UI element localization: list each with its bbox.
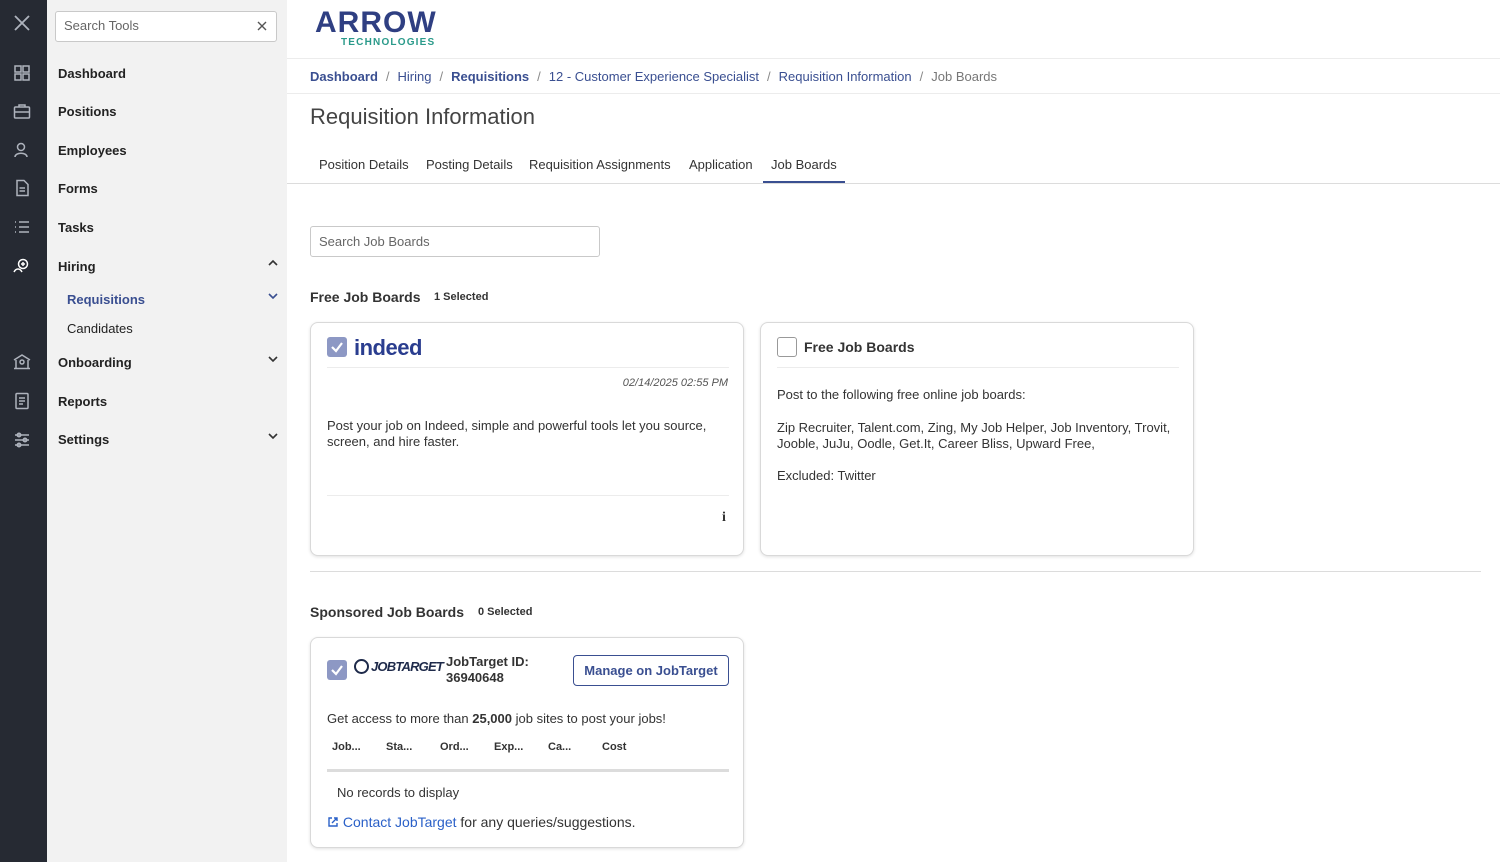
sidebar-item-settings[interactable]: Settings	[58, 432, 109, 447]
page-title: Requisition Information	[310, 104, 536, 129]
divider	[327, 495, 729, 496]
contact-rest-text: for any queries/suggestions.	[456, 814, 636, 830]
free-boards-list: Zip Recruiter, Talent.com, Zing, My Job …	[777, 420, 1171, 451]
sidebar-item-hiring[interactable]: Hiring	[58, 259, 96, 274]
jobtarget-checkbox[interactable]	[327, 660, 347, 680]
jobtarget-access-text: Get access to more than 25,000 job sites…	[327, 711, 666, 726]
clear-search-icon[interactable]	[254, 18, 270, 34]
breadcrumb-hiring[interactable]: Hiring	[398, 69, 432, 84]
arrow-technologies-logo[interactable]: ARROW TECHNOLOGIES	[315, 6, 440, 50]
employees-icon[interactable]	[12, 140, 32, 160]
divider	[287, 58, 1500, 59]
logo-name: ARROW	[315, 6, 437, 39]
free-boards-excluded: Excluded: Twitter	[777, 468, 876, 483]
sidebar-item-onboarding[interactable]: Onboarding	[58, 355, 132, 370]
chevron-down-icon[interactable]	[266, 429, 280, 443]
chevron-down-icon[interactable]	[266, 289, 280, 303]
sponsored-job-boards-title: Sponsored Job Boards	[310, 604, 465, 620]
divider	[327, 367, 729, 368]
indeed-card: indeed 02/14/2025 02:55 PM Post your job…	[310, 322, 744, 556]
no-records-text: No records to display	[337, 785, 460, 800]
info-icon[interactable]: i	[722, 510, 726, 526]
breadcrumb-requisition-information[interactable]: Requisition Information	[779, 69, 912, 84]
sidebar-item-candidates[interactable]: Candidates	[67, 321, 133, 336]
free-job-boards-title: Free Job Boards	[310, 289, 421, 305]
dashboard-icon[interactable]	[12, 63, 32, 83]
free-boards-intro: Post to the following free online job bo…	[777, 387, 1026, 402]
tab-position-details[interactable]: Position Details	[311, 150, 417, 184]
column-category[interactable]: Ca...	[548, 741, 571, 753]
hiring-icon[interactable]	[12, 256, 32, 276]
logo-sub: TECHNOLOGIES	[341, 37, 436, 48]
free-job-boards-checkbox[interactable]	[777, 337, 797, 357]
sidebar-item-positions[interactable]: Positions	[58, 104, 117, 119]
free-job-boards-card: Free Job Boards Post to the following fr…	[760, 322, 1194, 556]
jobtarget-card: JOBTARGET JobTarget ID: 36940648 Manage …	[310, 637, 744, 848]
search-tools-field[interactable]	[55, 11, 277, 42]
section-divider	[310, 571, 1481, 572]
reports-icon[interactable]	[12, 391, 32, 411]
tab-posting-details[interactable]: Posting Details	[418, 150, 521, 184]
divider	[287, 93, 1500, 94]
jobtarget-logo-text: JOBTARGET	[371, 659, 444, 674]
free-selected-count: 1 Selected	[434, 291, 489, 303]
indeed-description: Post your job on Indeed, simple and powe…	[327, 418, 707, 449]
close-icon[interactable]	[12, 13, 32, 33]
manage-on-jobtarget-button[interactable]: Manage on JobTarget	[573, 655, 729, 686]
column-expires[interactable]: Exp...	[494, 741, 523, 753]
icon-rail	[0, 0, 47, 862]
breadcrumb-current: Job Boards	[931, 69, 998, 84]
tab-application[interactable]: Application	[681, 150, 761, 184]
onboarding-icon[interactable]	[12, 352, 32, 372]
jobtarget-id-label: JobTarget ID:	[446, 654, 529, 669]
sidebar-item-employees[interactable]: Employees	[58, 143, 127, 158]
sidebar: Dashboard Positions Employees Forms Task…	[47, 0, 287, 862]
contact-jobtarget-link[interactable]: Contact JobTarget	[343, 814, 457, 830]
main-content: ARROW TECHNOLOGIES Dashboard / Hiring / Requ…	[287, 0, 1500, 862]
breadcrumb-requisitions[interactable]: Requisitions	[451, 69, 529, 84]
sponsored-selected-count: 0 Selected	[478, 606, 533, 618]
jobtarget-id-value: 36940648	[446, 670, 504, 685]
settings-icon[interactable]	[12, 430, 32, 450]
tab-requisition-assignments[interactable]: Requisition Assignments	[521, 150, 679, 184]
forms-icon[interactable]	[12, 178, 32, 198]
jobtarget-contact: Contact JobTarget for any queries/sugges…	[327, 814, 636, 830]
column-job[interactable]: Job...	[332, 741, 361, 753]
free-job-boards-card-title: Free Job Boards	[804, 339, 915, 355]
jobtarget-logo: JOBTARGET	[354, 659, 444, 674]
indeed-date: 02/14/2025 02:55 PM	[622, 377, 728, 389]
sidebar-item-tasks[interactable]: Tasks	[58, 220, 94, 235]
search-job-boards-input[interactable]	[319, 234, 589, 249]
search-job-boards-field[interactable]	[310, 226, 600, 257]
column-order[interactable]: Ord...	[440, 741, 469, 753]
breadcrumb-dashboard[interactable]: Dashboard	[310, 69, 378, 84]
external-link-icon[interactable]	[327, 814, 339, 830]
column-status[interactable]: Sta...	[386, 741, 412, 753]
indeed-logo: indeed	[354, 335, 422, 360]
briefcase-icon[interactable]	[12, 101, 32, 121]
sidebar-item-reports[interactable]: Reports	[58, 394, 107, 409]
indeed-checkbox[interactable]	[327, 337, 347, 357]
sidebar-item-forms[interactable]: Forms	[58, 181, 98, 196]
sidebar-item-dashboard[interactable]: Dashboard	[58, 66, 126, 81]
table-header-divider	[327, 769, 729, 772]
chevron-up-icon[interactable]	[266, 256, 280, 270]
breadcrumb-requisition[interactable]: 12 - Customer Experience Specialist	[549, 69, 759, 84]
tasks-icon[interactable]	[12, 217, 32, 237]
jobtarget-ring-icon	[354, 659, 369, 674]
search-tools-input[interactable]	[64, 18, 244, 33]
chevron-down-icon[interactable]	[266, 352, 280, 366]
breadcrumb: Dashboard / Hiring / Requisitions/12 - Custo…	[310, 69, 998, 84]
tab-job-boards[interactable]: Job Boards	[763, 150, 845, 184]
sidebar-item-requisitions[interactable]: Requisitions	[67, 292, 145, 307]
column-cost[interactable]: Cost	[602, 741, 626, 753]
divider	[777, 367, 1179, 368]
divider	[287, 183, 1500, 184]
